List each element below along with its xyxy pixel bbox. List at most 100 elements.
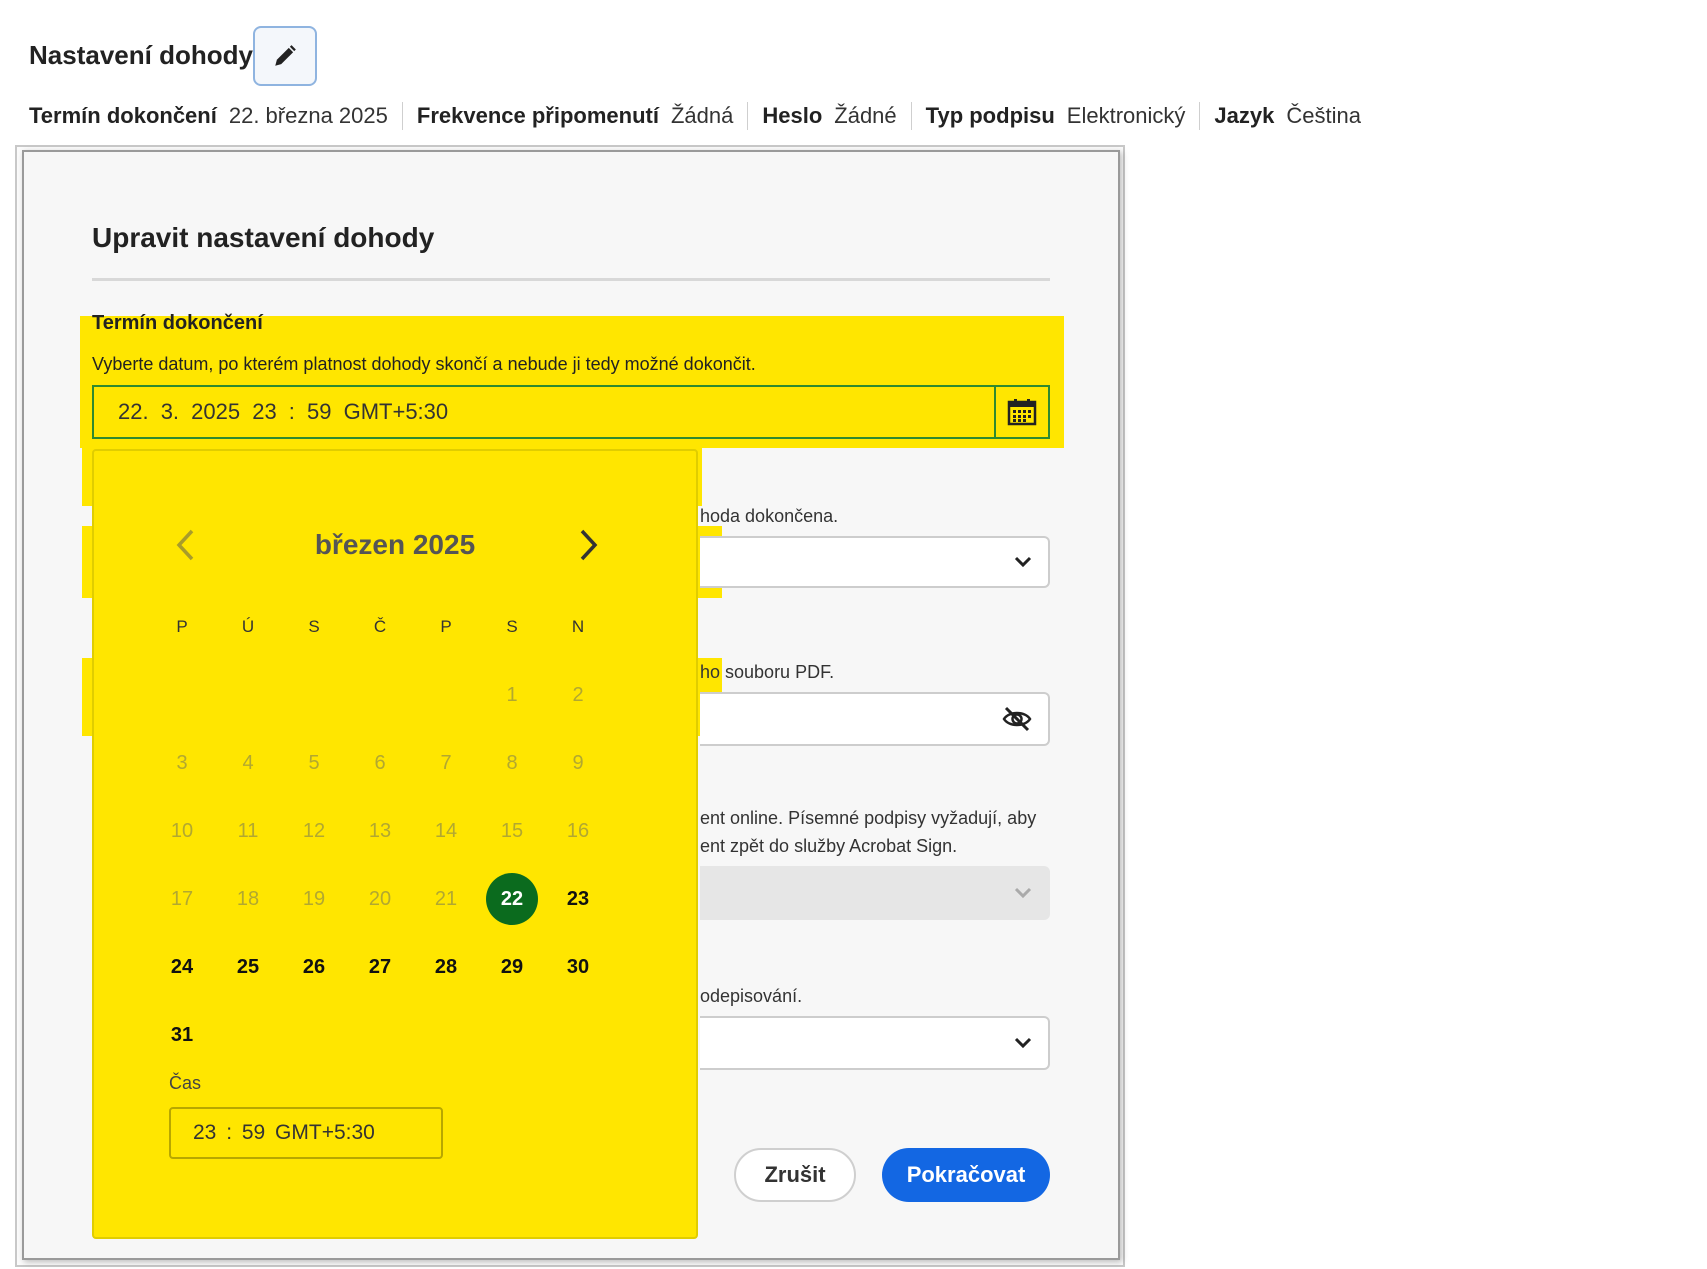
time-input[interactable]: 23 : 59 GMT+5:30 — [169, 1107, 443, 1159]
calendar-day-disabled: 2 — [572, 683, 584, 706]
summary-value: 22. března 2025 — [228, 103, 388, 128]
calendar-day-empty — [347, 661, 413, 729]
settings-summary: Termín dokončení 22. března 2025 Frekven… — [29, 102, 1361, 130]
weekday-label: Ú — [241, 617, 255, 636]
calendar-week: 10 11 12 13 14 15 16 — [149, 797, 611, 865]
summary-password: Heslo Žádné — [762, 103, 896, 129]
calendar-day-empty — [545, 1001, 611, 1069]
reminder-select[interactable] — [700, 536, 1050, 588]
signature-description-line1: ent online. Písemné podpisy vyžadují, ab… — [700, 808, 1037, 828]
calendar-day-disabled: 5 — [308, 751, 320, 774]
chevron-down-icon — [1014, 1037, 1032, 1049]
weekday-label: S — [308, 617, 320, 636]
calendar-day-disabled: 14 — [434, 819, 458, 842]
calendar-icon — [1007, 399, 1037, 426]
calendar-day-empty — [413, 1001, 479, 1069]
weekday-label: Č — [373, 617, 387, 636]
calendar-day[interactable]: 30 — [545, 933, 611, 1001]
summary-label: Jazyk — [1214, 103, 1275, 128]
completion-date-input[interactable]: 22. 3. 2025 23 : 59 GMT+5:30 — [92, 385, 1050, 439]
date-picker-popover: březen 2025 P Ú S Č P S N 1 2 3 4 5 6 7 … — [92, 449, 698, 1239]
summary-reminder-frequency: Frekvence připomenutí Žádná — [417, 103, 733, 129]
calendar-day-disabled: 10 — [170, 819, 194, 842]
date-value: 22. 3. 2025 23 : 59 GMT+5:30 — [118, 399, 449, 424]
dialog-title: Upravit nastavení dohody — [92, 222, 435, 253]
calendar-day-empty — [413, 661, 479, 729]
time-label: Čas — [169, 1073, 202, 1093]
agreement-settings-title: Nastavení dohody — [29, 40, 253, 70]
calendar-day[interactable]: 25 — [215, 933, 281, 1001]
calendar-day[interactable]: 28 — [413, 933, 479, 1001]
summary-label: Typ podpisu — [925, 103, 1055, 128]
signature-description-line2: ent zpět do služby Acrobat Sign. — [700, 836, 958, 856]
calendar-day-disabled: 8 — [506, 751, 518, 774]
calendar-day-disabled: 20 — [368, 887, 392, 910]
weekday-header: P Ú S Č P S N — [149, 617, 611, 637]
password-description: ho souboru PDF. — [700, 662, 835, 682]
completion-description: Vyberte datum, po kterém platnost dohody… — [92, 354, 756, 374]
calendar-day-empty — [281, 1001, 347, 1069]
calendar-day[interactable]: 27 — [347, 933, 413, 1001]
calendar-day-disabled: 19 — [302, 887, 326, 910]
completion-label: Termín dokončení — [92, 312, 263, 334]
calendar-header: březen 2025 — [94, 521, 696, 571]
calendar-day-disabled: 16 — [566, 819, 590, 842]
divider — [401, 102, 403, 130]
calendar-day-disabled: 12 — [302, 819, 326, 842]
calendar-day-empty — [149, 661, 215, 729]
summary-label: Termín dokončení — [29, 103, 217, 128]
eye-off-icon[interactable] — [1002, 706, 1032, 732]
calendar-day-empty — [215, 1001, 281, 1069]
password-input[interactable] — [700, 692, 1050, 746]
calendar-week: 24 25 26 27 28 29 30 — [149, 933, 611, 1001]
calendar-day-empty — [479, 1001, 545, 1069]
calendar-day-empty — [215, 661, 281, 729]
calendar-week: 1 2 — [149, 661, 611, 729]
calendar-day[interactable]: 26 — [281, 933, 347, 1001]
edit-settings-button[interactable] — [253, 26, 317, 86]
calendar-day[interactable]: 29 — [479, 933, 545, 1001]
chevron-down-icon — [1014, 556, 1032, 568]
language-select[interactable] — [700, 1016, 1050, 1070]
chevron-right-icon[interactable] — [578, 527, 600, 563]
calendar-day-disabled: 15 — [500, 819, 524, 842]
calendar-grid: 1 2 3 4 5 6 7 8 9 10 11 12 13 14 15 16 1… — [149, 661, 611, 1069]
calendar-day-disabled: 18 — [236, 887, 260, 910]
calendar-day[interactable]: 23 — [545, 865, 611, 933]
divider — [92, 278, 1050, 281]
divider — [1199, 102, 1201, 130]
chevron-down-icon — [1014, 887, 1032, 899]
weekday-label: P — [176, 617, 188, 636]
pencil-icon — [275, 45, 296, 66]
calendar-week: 31 — [149, 1001, 611, 1069]
summary-label: Frekvence připomenutí — [416, 103, 659, 128]
edit-settings-dialog: Upravit nastavení dohody Termín dokončen… — [22, 150, 1120, 1260]
divider — [910, 102, 912, 130]
calendar-day-disabled: 6 — [374, 751, 386, 774]
calendar-day-empty — [347, 1001, 413, 1069]
calendar-day-disabled: 21 — [434, 887, 458, 910]
calendar-day-disabled: 7 — [440, 751, 452, 774]
weekday-label: N — [571, 617, 585, 636]
calendar-week: 3 4 5 6 7 8 9 — [149, 729, 611, 797]
summary-value: Elektronický — [1066, 103, 1186, 128]
calendar-day[interactable]: 31 — [149, 1001, 215, 1069]
signature-type-select — [700, 866, 1050, 920]
reminder-description: hoda dokončena. — [700, 506, 839, 526]
summary-value: Žádná — [670, 103, 734, 128]
divider — [747, 102, 749, 130]
weekday-label: S — [506, 617, 518, 636]
calendar-day-disabled: 17 — [170, 887, 194, 910]
calendar-day[interactable]: 24 — [149, 933, 215, 1001]
calendar-month-label: březen 2025 — [314, 529, 476, 560]
calendar-day-selected[interactable]: 22 — [479, 865, 545, 933]
calendar-button[interactable] — [994, 387, 1048, 437]
calendar-day-disabled: 1 — [506, 683, 518, 706]
cancel-button[interactable]: Zrušit — [734, 1148, 856, 1202]
summary-label: Heslo — [762, 103, 823, 128]
summary-value: Čeština — [1286, 103, 1361, 128]
calendar-day-empty — [281, 661, 347, 729]
summary-language: Jazyk Čeština — [1214, 103, 1361, 129]
continue-button[interactable]: Pokračovat — [882, 1148, 1050, 1202]
calendar-day-disabled: 4 — [242, 751, 254, 774]
